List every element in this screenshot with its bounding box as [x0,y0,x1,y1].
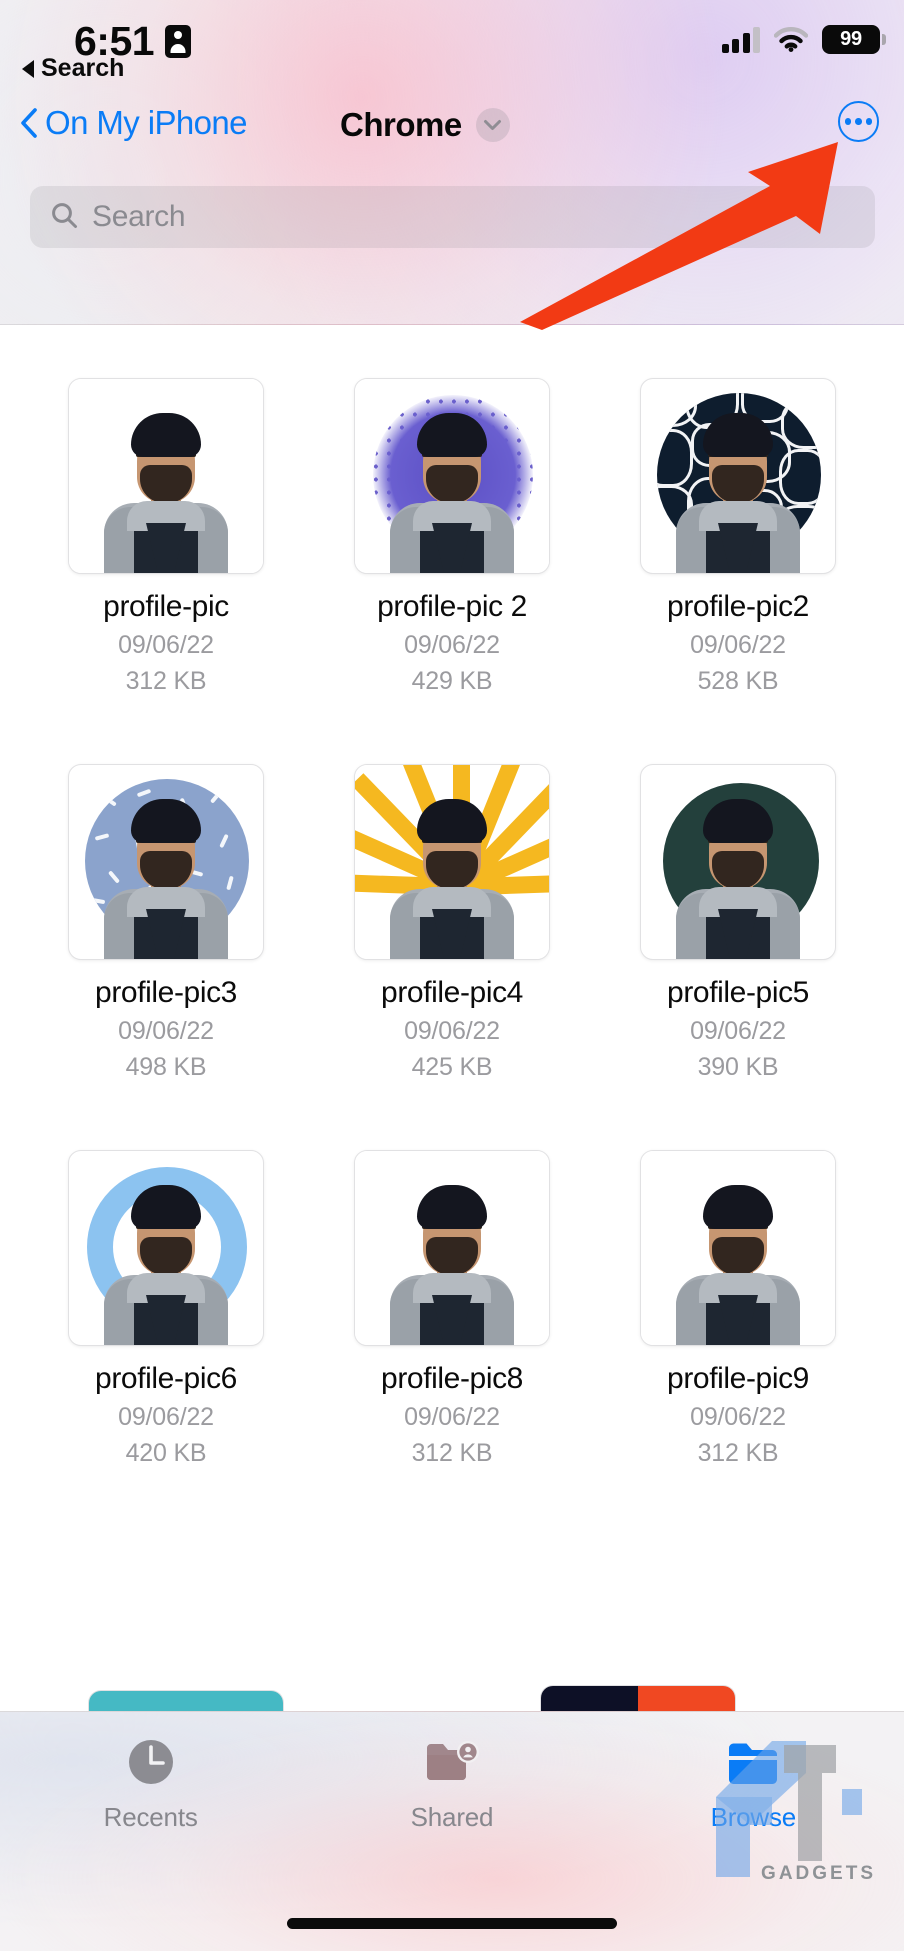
file-name: profile-pic4 [381,976,523,1009]
chevron-left-icon [20,108,37,138]
file-item[interactable]: profile-pic6 09/06/22 420 KB [38,1150,294,1468]
file-item[interactable]: profile-pic 09/06/22 312 KB [38,378,294,696]
tab-label: Recents [103,1802,198,1832]
file-name: profile-pic9 [667,1362,809,1395]
file-date: 09/06/22 [118,1403,214,1431]
page-title: Chrome [340,106,462,143]
portrait-image [103,407,229,573]
home-indicator[interactable] [287,1918,617,1929]
file-date: 09/06/22 [404,631,500,659]
file-date: 09/06/22 [404,1017,500,1045]
battery-level-label: 99 [840,28,862,50]
file-thumbnail[interactable] [354,378,550,574]
folder-title-group: Chrome [340,106,510,144]
ellipsis-circle-icon[interactable] [838,101,879,142]
status-indicators: 99 [721,25,886,54]
portrait-image [103,793,229,959]
top-chrome-area: 6:51 99 Search On My iPhone Chrome Searc… [0,0,904,325]
file-size: 312 KB [125,667,207,695]
tab-label: Shared [410,1802,494,1832]
file-item[interactable]: profile-pic8 09/06/22 312 KB [324,1150,580,1468]
file-item[interactable]: profile-pic9 09/06/22 312 KB [610,1150,866,1468]
tab-shared[interactable]: Shared [352,1736,552,1833]
file-name: profile-pic2 [667,590,809,623]
wifi-icon [773,27,809,52]
file-item[interactable]: profile-pic2 09/06/22 528 KB [610,378,866,696]
iphone-files-app-screen: 6:51 99 Search On My iPhone Chrome Searc… [0,0,904,1951]
back-button-label: On My iPhone [45,104,248,141]
search-input[interactable]: Search [30,186,875,248]
file-name: profile-pic8 [381,1362,523,1395]
tab-recents[interactable]: Recents [51,1736,251,1833]
file-thumbnail[interactable] [68,1150,264,1346]
navigation-bar: On My iPhone Chrome [0,98,904,170]
file-thumbnail[interactable] [68,764,264,960]
file-date: 09/06/22 [118,1017,214,1045]
cellular-signal-icon [721,26,760,53]
id-badge-icon [165,25,192,58]
file-size: 425 KB [411,1053,493,1081]
portrait-image [389,793,515,959]
search-placeholder-label: Search [92,200,186,233]
file-thumbnail[interactable] [354,1150,550,1346]
tab-browse[interactable]: Browse [653,1736,853,1833]
back-button[interactable]: On My iPhone [20,104,248,142]
file-name: profile-pic [103,590,229,623]
portrait-image [389,407,515,573]
file-grid: profile-pic 09/06/22 312 KB profile-pic … [0,326,904,1726]
clock-icon [125,1736,177,1788]
folder-person-icon [424,1736,480,1788]
file-name: profile-pic6 [95,1362,237,1395]
portrait-image [675,1179,801,1345]
file-size: 420 KB [125,1439,207,1467]
file-item[interactable]: profile-pic4 09/06/22 425 KB [324,764,580,1082]
battery-icon: 99 [822,25,886,54]
portrait-image [389,1179,515,1345]
chevron-down-icon[interactable] [475,108,510,142]
file-size: 498 KB [125,1053,207,1081]
back-to-app-label: Search [41,54,125,82]
tab-label: Browse [710,1802,797,1832]
file-thumbnail[interactable] [640,764,836,960]
file-date: 09/06/22 [690,631,786,659]
file-item[interactable]: profile-pic5 09/06/22 390 KB [610,764,866,1082]
folder-icon [725,1736,781,1788]
file-size: 390 KB [697,1053,779,1081]
file-thumbnail[interactable] [68,378,264,574]
portrait-image [675,793,801,959]
file-name: profile-pic 2 [377,590,527,623]
file-name: profile-pic5 [667,976,809,1009]
file-size: 528 KB [697,667,779,695]
file-date: 09/06/22 [118,631,214,659]
file-item[interactable]: profile-pic3 09/06/22 498 KB [38,764,294,1082]
file-size: 429 KB [411,667,493,695]
search-icon [50,201,78,234]
file-thumbnail[interactable] [640,378,836,574]
back-to-search-app-link[interactable]: Search [22,54,124,83]
file-date: 09/06/22 [690,1403,786,1431]
status-bar: 6:51 99 [0,0,904,96]
file-size: 312 KB [697,1439,779,1467]
back-triangle-icon [22,59,34,78]
file-thumbnail[interactable] [640,1150,836,1346]
file-thumbnail[interactable] [354,764,550,960]
file-name: profile-pic3 [95,976,237,1009]
file-date: 09/06/22 [404,1403,500,1431]
file-item[interactable]: profile-pic 2 09/06/22 429 KB [324,378,580,696]
portrait-image [103,1179,229,1345]
file-date: 09/06/22 [690,1017,786,1045]
file-size: 312 KB [411,1439,493,1467]
portrait-image [675,407,801,573]
tab-bar: Recents Shared Browse [0,1711,904,1951]
